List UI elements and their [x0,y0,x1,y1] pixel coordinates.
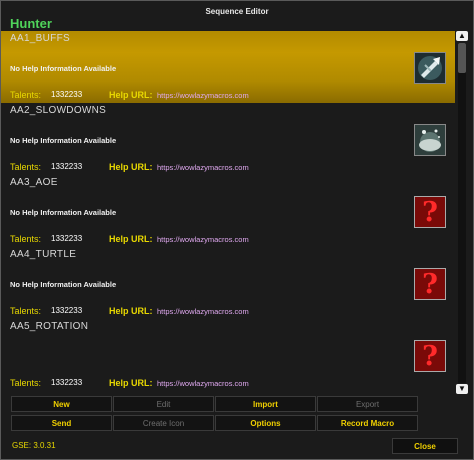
record-macro-button[interactable]: Record Macro [317,415,418,431]
talents-value: 1332233 [51,162,83,171]
question-glyph: ? [422,268,438,300]
sequence-entry[interactable]: AA2_SLOWDOWNS No Help Information Availa… [1,103,455,175]
sequence-entry[interactable]: AA5_ROTATION Talents: 1332233 Help URL: … [1,319,455,391]
import-button[interactable]: Import [215,396,316,412]
scroll-down-button[interactable]: ▼ [456,384,468,394]
chevron-up-icon: ▲ [458,31,466,40]
sequence-name: AA2_SLOWDOWNS [10,105,107,116]
sequence-name: AA5_ROTATION [10,321,89,332]
edit-button[interactable]: Edit [113,396,214,412]
help-url-value[interactable]: https://wowlazymacros.com [157,91,249,100]
help-url-label: Help URL: [109,378,153,388]
sequence-name: AA4_TURTLE [10,249,77,260]
sequence-name: AA1_BUFFS [10,33,70,44]
sequence-name: AA3_AOE [10,177,58,188]
scroll-up-button[interactable]: ▲ [456,31,468,41]
question-mark-icon[interactable]: ? [414,268,446,300]
talents-label: Talents: [10,234,42,244]
question-mark-icon[interactable]: ? [414,196,446,228]
class-name: Hunter [10,16,52,31]
sequence-editor-window: Sequence Editor Hunter AA1_BUFFS No Help… [0,0,474,460]
scroll-track[interactable] [458,43,466,383]
action-buttons: New Edit Import Export Send Create Icon … [11,396,421,432]
question-glyph: ? [422,196,438,228]
create-icon-button[interactable]: Create Icon [113,415,214,431]
new-button[interactable]: New [11,396,112,412]
help-text: No Help Information Available [10,280,117,289]
question-mark-icon[interactable]: ? [414,340,446,372]
aspect-icon[interactable] [414,52,446,84]
export-button[interactable]: Export [317,396,418,412]
scroll-thumb[interactable] [458,43,466,73]
version-label: GSE: 3.0.31 [12,441,56,450]
scrollbar[interactable]: ▲ ▼ [456,31,468,397]
help-url-value[interactable]: https://wowlazymacros.com [157,163,249,172]
close-button[interactable]: Close [392,438,458,454]
sequence-entry[interactable]: AA1_BUFFS No Help Information Available … [1,31,455,103]
talents-value: 1332233 [51,306,83,315]
question-glyph: ? [422,340,438,372]
sequence-list: AA1_BUFFS No Help Information Available … [1,31,455,391]
sequence-entry[interactable]: AA4_TURTLE No Help Information Available… [1,247,455,319]
talents-label: Talents: [10,162,42,172]
help-text: No Help Information Available [10,136,117,145]
talents-label: Talents: [10,90,42,100]
window-title: Sequence Editor [205,7,269,16]
chevron-down-icon: ▼ [458,384,466,393]
help-url-value[interactable]: https://wowlazymacros.com [157,235,249,244]
talents-value: 1332233 [51,90,83,99]
sequence-entry[interactable]: AA3_AOE No Help Information Available Ta… [1,175,455,247]
options-button[interactable]: Options [215,415,316,431]
help-url-label: Help URL: [109,90,153,100]
help-url-label: Help URL: [109,162,153,172]
help-url-value[interactable]: https://wowlazymacros.com [157,379,249,388]
tracking-icon[interactable] [414,124,446,156]
title-bar[interactable]: Sequence Editor [1,1,473,16]
help-url-value[interactable]: https://wowlazymacros.com [157,307,249,316]
talents-label: Talents: [10,378,42,388]
help-text: No Help Information Available [10,64,117,73]
talents-label: Talents: [10,306,42,316]
help-url-label: Help URL: [109,234,153,244]
help-url-label: Help URL: [109,306,153,316]
talents-value: 1332233 [51,234,83,243]
send-button[interactable]: Send [11,415,112,431]
help-text: No Help Information Available [10,208,117,217]
talents-value: 1332233 [51,378,83,387]
